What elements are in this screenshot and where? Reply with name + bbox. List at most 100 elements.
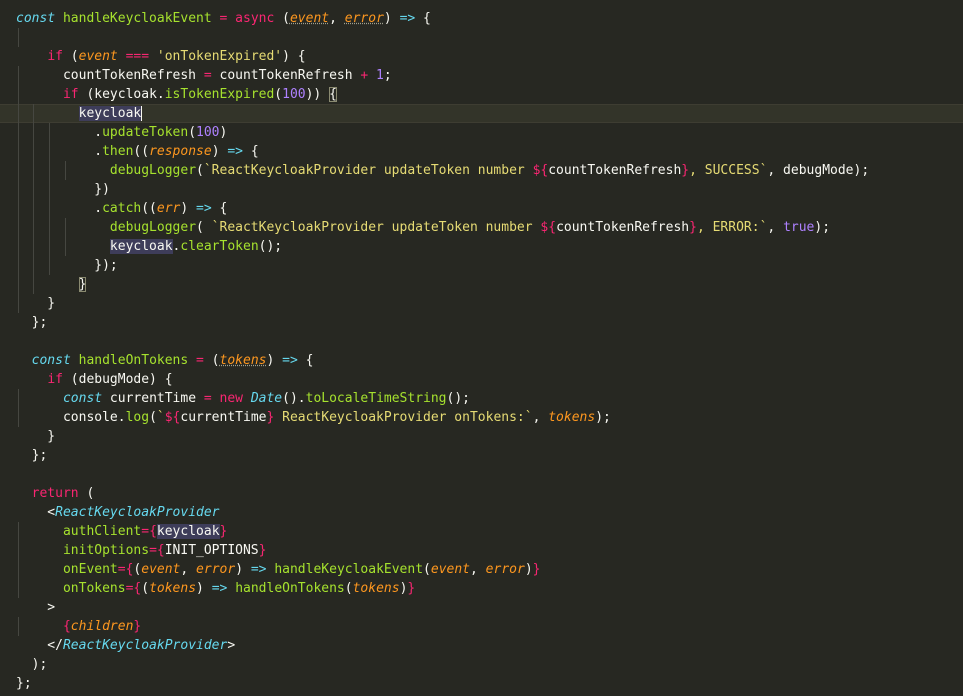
code-line[interactable] bbox=[0, 332, 963, 351]
code-text: } bbox=[16, 294, 55, 313]
code-token: countTokenRefresh bbox=[548, 163, 682, 178]
code-token: debugLogger bbox=[109, 163, 197, 178]
code-token: , bbox=[767, 220, 784, 235]
code-line[interactable]: const currentTime = new Date().toLocaleT… bbox=[0, 389, 963, 408]
indent-guide bbox=[17, 28, 19, 47]
code-text: }); bbox=[16, 256, 117, 275]
code-line[interactable]: }) bbox=[0, 180, 963, 199]
code-text: if (event === 'onTokenExpired') { bbox=[16, 47, 305, 66]
code-line[interactable]: countTokenRefresh = countTokenRefresh + … bbox=[0, 66, 963, 85]
code-line[interactable]: </ReactKeycloakProvider> bbox=[0, 636, 963, 655]
code-token: } bbox=[407, 581, 416, 596]
code-token: { bbox=[211, 201, 228, 216]
code-token: }; bbox=[16, 315, 48, 330]
code-token: error bbox=[344, 11, 384, 26]
code-text: authClient={keycloak} bbox=[16, 522, 227, 541]
code-token: (); bbox=[258, 239, 283, 254]
code-line[interactable]: onTokens={(tokens) => handleOnTokens(tok… bbox=[0, 579, 963, 598]
code-token: ); bbox=[814, 220, 831, 235]
code-text: } bbox=[16, 275, 87, 294]
code-line[interactable]: debugLogger( `ReactKeycloakProvider upda… bbox=[0, 218, 963, 237]
code-token: INIT_OPTIONS bbox=[164, 543, 259, 558]
code-token: handleOnTokens bbox=[78, 353, 189, 368]
code-token: 1 bbox=[376, 68, 384, 83]
code-token: . bbox=[16, 144, 103, 159]
code-token: initOptions bbox=[62, 543, 150, 558]
code-text: debugLogger( `ReactKeycloakProvider upda… bbox=[16, 218, 830, 237]
code-line[interactable]: .catch((err) => { bbox=[0, 199, 963, 218]
code-line[interactable]: keycloak.clearToken(); bbox=[0, 237, 963, 256]
code-text: const handleOnTokens = (tokens) => { bbox=[16, 351, 314, 370]
code-token: ) bbox=[219, 125, 228, 140]
code-token: event bbox=[78, 49, 118, 64]
code-line[interactable]: ); bbox=[0, 655, 963, 674]
code-line[interactable]: onEvent={(event, error) => handleKeycloa… bbox=[0, 560, 963, 579]
code-line[interactable] bbox=[0, 28, 963, 47]
code-line[interactable]: if (keycloak.isTokenExpired(100)) { bbox=[0, 85, 963, 104]
code-line[interactable]: {children} bbox=[0, 617, 963, 636]
code-token: (( bbox=[133, 144, 150, 159]
code-token: ( bbox=[274, 87, 283, 102]
code-token: async bbox=[235, 11, 275, 26]
code-line[interactable]: const handleOnTokens = (tokens) => { bbox=[0, 351, 963, 370]
code-line[interactable]: <ReactKeycloakProvider bbox=[0, 503, 963, 522]
code-line[interactable]: }); bbox=[0, 256, 963, 275]
text-cursor bbox=[141, 106, 143, 121]
code-line[interactable]: }; bbox=[0, 446, 963, 465]
code-line[interactable]: }; bbox=[0, 313, 963, 332]
code-token: } bbox=[681, 163, 690, 178]
code-token: clearToken bbox=[180, 239, 259, 254]
code-line[interactable]: authClient={keycloak} bbox=[0, 522, 963, 541]
code-text: }) bbox=[16, 180, 110, 199]
code-line[interactable]: console.log(`${currentTime} ReactKeycloa… bbox=[0, 408, 963, 427]
code-line[interactable]: } bbox=[0, 275, 963, 294]
code-token: { bbox=[243, 144, 259, 159]
code-line[interactable]: } bbox=[0, 427, 963, 446]
code-token: true bbox=[783, 220, 815, 235]
code-token: children bbox=[70, 619, 134, 634]
code-line[interactable]: const handleKeycloakEvent = async (event… bbox=[0, 9, 963, 28]
code-token: handleKeycloakEvent bbox=[62, 11, 212, 26]
code-line[interactable]: if (event === 'onTokenExpired') { bbox=[0, 47, 963, 66]
code-line[interactable]: keycloak bbox=[0, 104, 963, 123]
code-token: currentTime bbox=[180, 410, 267, 425]
code-line[interactable]: return ( bbox=[0, 484, 963, 503]
code-line[interactable]: debugLogger(`ReactKeycloakProvider updat… bbox=[0, 161, 963, 180]
code-line[interactable]: initOptions={INIT_OPTIONS} bbox=[0, 541, 963, 560]
code-text: return ( bbox=[16, 484, 95, 503]
code-token: onEvent bbox=[62, 562, 118, 577]
code-token: ${ bbox=[532, 163, 549, 178]
code-token: then bbox=[102, 144, 134, 159]
code-token: = bbox=[196, 353, 204, 368]
code-line[interactable]: } bbox=[0, 294, 963, 313]
code-token: } bbox=[689, 220, 697, 235]
code-text: > bbox=[16, 598, 55, 617]
code-token: if bbox=[47, 372, 63, 387]
code-line[interactable] bbox=[0, 465, 963, 484]
code-line[interactable]: .then((response) => { bbox=[0, 142, 963, 161]
code-token: new bbox=[219, 391, 243, 406]
code-token: , bbox=[329, 11, 345, 26]
code-editor[interactable]: const handleKeycloakEvent = async (event… bbox=[0, 0, 963, 696]
code-token: if bbox=[62, 87, 79, 102]
code-line[interactable]: }; bbox=[0, 674, 963, 693]
code-token: countTokenRefresh bbox=[211, 68, 361, 83]
code-token: log bbox=[125, 410, 150, 425]
code-text: }; bbox=[16, 313, 48, 332]
code-line[interactable]: > bbox=[0, 598, 963, 617]
code-token: (( bbox=[141, 201, 157, 216]
code-token: { bbox=[415, 11, 431, 26]
code-token: { bbox=[149, 524, 157, 539]
code-token: catch bbox=[102, 201, 142, 216]
code-line[interactable]: .updateToken(100) bbox=[0, 123, 963, 142]
code-token: ${ bbox=[540, 220, 557, 235]
code-line[interactable]: if (debugMode) { bbox=[0, 370, 963, 389]
